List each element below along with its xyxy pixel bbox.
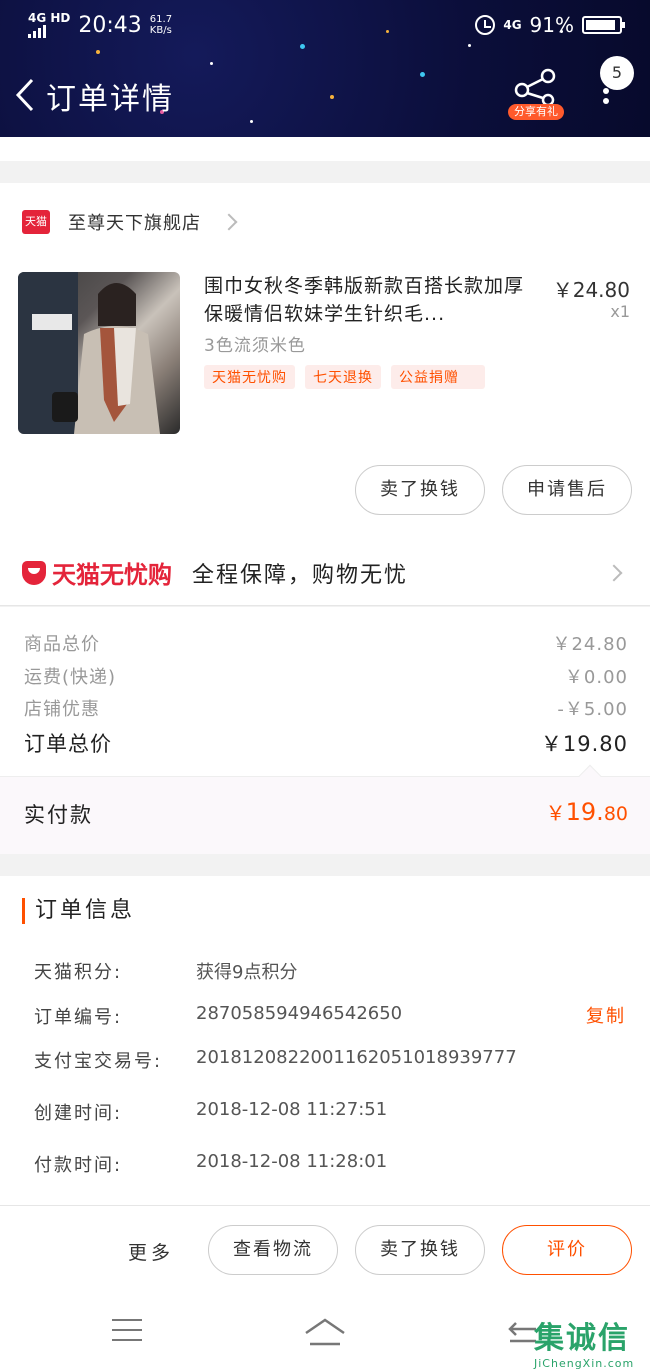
created-time-value: 2018-12-08 11:27:51: [196, 1099, 388, 1120]
battery-percent: 91%: [529, 13, 574, 37]
view-logistics-button[interactable]: 查看物流: [208, 1225, 338, 1275]
goods-total-value: ￥24.80: [552, 634, 628, 655]
tag-charity: 公益捐赠: [391, 365, 485, 389]
chevron-right-icon: [220, 213, 238, 231]
sell-for-cash-button[interactable]: 卖了换钱: [355, 465, 485, 515]
paid-time-row: 付款时间: 2018-12-08 11:28:01: [34, 1151, 387, 1177]
tag-worry-free: 天猫无忧购: [204, 365, 295, 389]
chevron-right-icon: [605, 564, 623, 581]
order-total-label: 订单总价: [24, 732, 112, 756]
product-photo-icon: [18, 272, 160, 434]
more-button[interactable]: 更多: [128, 1238, 174, 1265]
paid-label: 实付款: [24, 803, 93, 827]
paid-time-value: 2018-12-08 11:28:01: [196, 1151, 388, 1172]
net-speed-value: 61.7: [149, 14, 173, 25]
signal-icon: [28, 24, 70, 38]
top-spacer: [0, 137, 650, 161]
product-price: ￥24.80: [552, 278, 630, 302]
alipay-trade-value: 2018120822001162051018939777: [196, 1047, 517, 1068]
review-button[interactable]: 评价: [502, 1225, 632, 1275]
alipay-trade-label: 支付宝交易号:: [34, 1051, 163, 1072]
discount-row: 店铺优惠 -￥5.00: [24, 695, 628, 721]
battery-fill: [586, 20, 616, 30]
product-quantity: x1: [610, 302, 630, 321]
order-total-row: 订单总价 ￥19.80: [24, 728, 628, 758]
shipping-row: 运费(快递) ￥0.00: [24, 663, 628, 689]
order-info-title: 订单信息: [22, 898, 135, 924]
watermark-text: 集诚信: [534, 1321, 630, 1356]
guarantee-row[interactable]: 天猫无忧购 全程保障，购物无忧: [0, 540, 650, 606]
net-speed: 61.7 KB/s: [150, 14, 172, 36]
status-bar: 4G HD 20:43 61.7 KB/s 4G 91%: [28, 10, 625, 40]
page-title: 订单详情: [46, 82, 174, 117]
shield-icon: [22, 560, 46, 585]
watermark-domain: JiChengXin.com: [534, 1357, 635, 1370]
guarantee-text: 全程保障，购物无忧: [192, 562, 409, 588]
tag-seven-day-return: 七天退换: [305, 365, 381, 389]
order-total-value: ￥19.80: [540, 732, 628, 756]
order-number-row: 订单编号: 287058594946542650: [34, 1003, 402, 1029]
network-indicator: 4G HD: [28, 12, 70, 38]
goods-total-label: 商品总价: [24, 634, 100, 655]
created-time-label: 创建时间:: [34, 1103, 123, 1124]
discount-value: -￥5.00: [557, 699, 628, 720]
store-row[interactable]: 天猫 至尊天下旗舰店: [0, 200, 650, 244]
share-label: 分享有礼: [508, 104, 564, 120]
paid-time-label: 付款时间:: [34, 1155, 123, 1176]
app-header: 4G HD 20:43 61.7 KB/s 4G 91% 订单详情 分享有礼 5: [0, 0, 650, 137]
guarantee-brand: 天猫无忧购: [22, 555, 172, 590]
product-title[interactable]: 围巾女秋冬季韩版新款百搭长款加厚保暖情侣软妹学生针织毛...: [204, 272, 534, 328]
discount-label: 店铺优惠: [24, 699, 100, 720]
net-speed-unit: KB/s: [149, 25, 172, 36]
home-icon[interactable]: [304, 1317, 346, 1347]
paid-amount: ￥19.80: [546, 797, 628, 826]
system-nav-bar: 集诚信 JiChengXin.com: [0, 1295, 650, 1372]
tmall-logo: 天猫: [22, 210, 50, 234]
alipay-trade-row: 支付宝交易号: 2018120822001162051018939777: [34, 1047, 517, 1073]
paid-row: 实付款 ￥19.80: [0, 764, 650, 854]
created-time-row: 创建时间: 2018-12-08 11:27:51: [34, 1099, 387, 1125]
share-icon: [514, 68, 556, 107]
goods-total-row: 商品总价 ￥24.80: [24, 630, 628, 656]
product-image[interactable]: [18, 272, 180, 434]
paid-currency: ￥: [545, 801, 566, 825]
more-menu-icon[interactable]: [600, 84, 612, 124]
store-name: 至尊天下旗舰店: [68, 213, 201, 234]
menu-icon[interactable]: [112, 1319, 142, 1343]
service-tags: 天猫无忧购 七天退换 公益捐赠: [204, 365, 485, 389]
order-number-label: 订单编号:: [34, 1007, 123, 1028]
alarm-icon: [475, 15, 496, 35]
shipping-value: ￥0.00: [564, 667, 628, 688]
network2-label: 4G: [503, 18, 522, 32]
points-value: 获得9点积分: [196, 962, 298, 983]
points-row: 天猫积分: 获得9点积分: [34, 958, 297, 984]
paid-amount-dec: 80: [603, 803, 628, 825]
product-spec: 3色流须米色: [204, 336, 306, 356]
battery-icon: [582, 16, 625, 34]
share-button[interactable]: 分享有礼: [508, 66, 564, 122]
paid-amount-int: 19.: [565, 798, 604, 826]
shipping-label: 运费(快递): [24, 667, 117, 688]
order-number-value: 287058594946542650: [196, 1003, 403, 1024]
copy-button[interactable]: 复制: [586, 1002, 626, 1028]
network-label: 4G HD: [28, 11, 71, 25]
guarantee-brand-label: 天猫无忧购: [52, 561, 172, 589]
sell-for-cash-bottom-button[interactable]: 卖了换钱: [355, 1225, 485, 1275]
navbar: 订单详情 分享有礼 5: [0, 56, 650, 130]
back-arrow-icon[interactable]: [14, 78, 36, 112]
clock: 20:43: [78, 12, 142, 38]
points-label: 天猫积分:: [34, 962, 123, 983]
watermark: 集诚信 JiChengXin.com: [534, 1313, 644, 1371]
after-sale-button[interactable]: 申请售后: [502, 465, 632, 515]
